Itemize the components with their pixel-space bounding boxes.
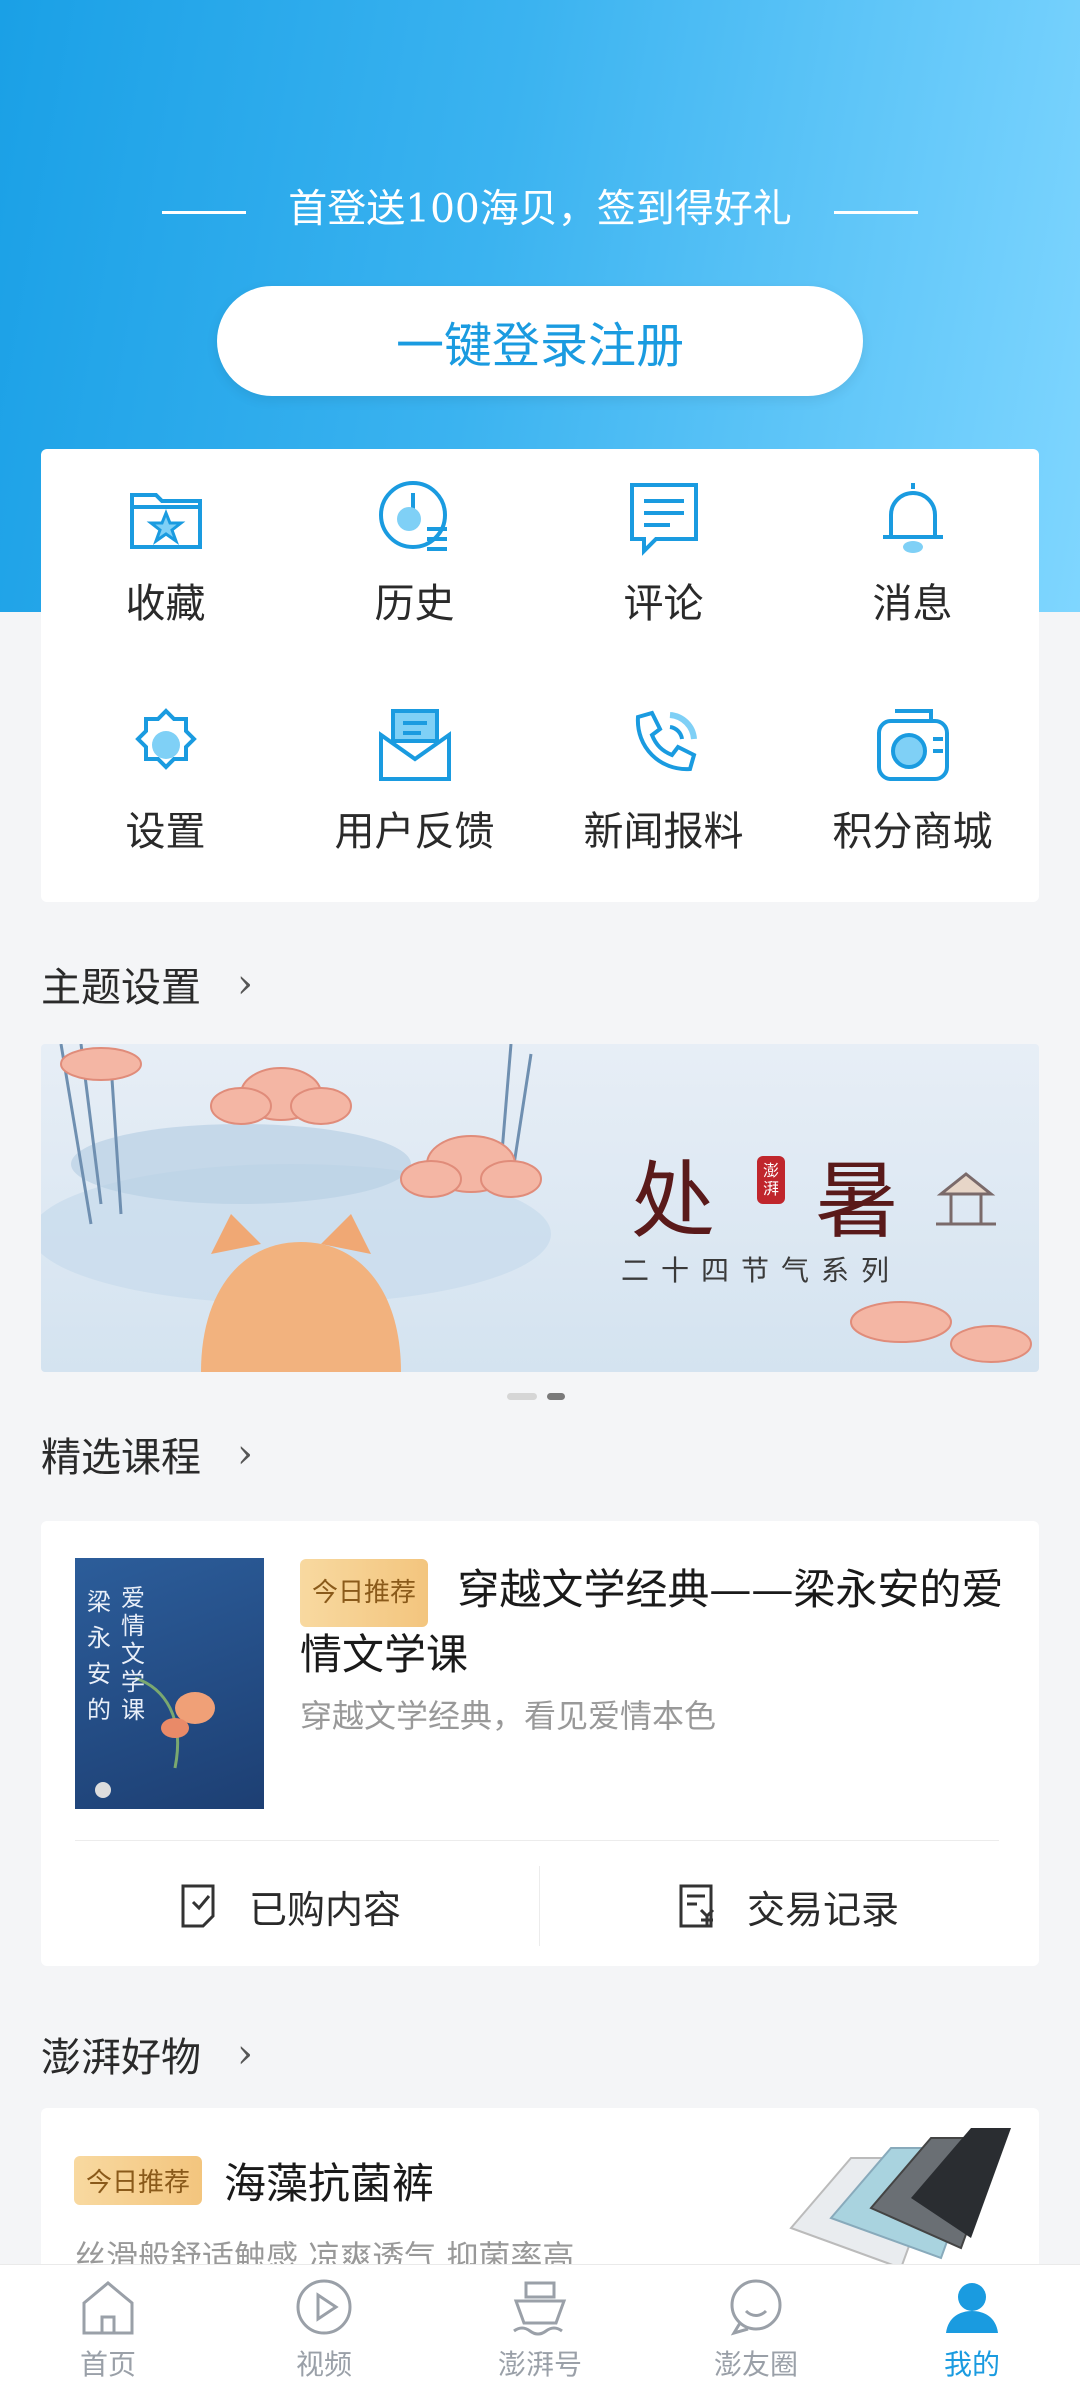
banner-seal: 澎湃 (757, 1156, 785, 1204)
grid-item-settings[interactable]: 设置 (41, 705, 290, 857)
goods-header[interactable]: 澎湃好物 › (41, 2025, 253, 2083)
tab-label: 首页 (79, 2348, 136, 2381)
transactions-label: 交易记录 (747, 1887, 900, 1932)
theme-banner[interactable]: 处 暑 澎湃 二十四节气系列 (41, 1044, 1039, 1372)
purchased-content-button[interactable]: 已购内容 (179, 1856, 401, 1956)
receipt-icon (679, 1884, 715, 1928)
grid-label: 历史 (374, 581, 455, 627)
video-play-icon (296, 2279, 352, 2335)
chevron-right-icon: › (237, 2031, 253, 2077)
tab-home[interactable]: 首页 (0, 2265, 216, 2400)
course-title: 今日推荐 穿越文学经典——梁永安的爱情文学课 (300, 1559, 1010, 1683)
phone-icon (635, 710, 697, 772)
grid-label: 用户反馈 (334, 809, 495, 855)
grid-item-history[interactable]: 历史 (290, 477, 539, 629)
feedback-envelope-icon (378, 709, 451, 781)
section-title: 精选课程 (41, 1435, 201, 1481)
tab-mine[interactable]: 我的 (864, 2265, 1080, 2400)
vertical-divider (539, 1866, 540, 1946)
chat-bubble-icon (730, 2279, 782, 2336)
grid-label: 新闻报料 (583, 809, 744, 855)
grid-item-points-store[interactable]: 积分商城 (788, 705, 1037, 857)
carousel-indicator (507, 1393, 565, 1400)
carousel-dot-active (547, 1393, 565, 1400)
grid-label: 设置 (125, 809, 206, 855)
one-click-login-button[interactable]: 一键登录注册 (217, 286, 863, 396)
product-image (789, 2128, 1011, 2270)
grid-item-feedback[interactable]: 用户反馈 (290, 705, 539, 857)
tab-label: 视频 (295, 2348, 352, 2381)
grid-label: 评论 (623, 581, 704, 627)
tab-label: 我的 (943, 2348, 1000, 2381)
chevron-right-icon: › (237, 961, 253, 1007)
promo-text: 首登送100海贝，签到得好礼 (288, 187, 792, 232)
purchased-bag-icon (181, 1884, 215, 1928)
grid-item-messages[interactable]: 消息 (788, 477, 1037, 629)
signup-promo: 首登送100海贝，签到得好礼 (0, 178, 1080, 234)
points-store-icon (876, 709, 949, 781)
product-title: 今日推荐 海藻抗菌裤 (74, 2150, 434, 2211)
divider (75, 1840, 999, 1841)
promo-left-line (162, 210, 247, 214)
gear-icon (134, 708, 197, 770)
course-subtitle: 穿越文学经典，看见爱情本色 (300, 1697, 717, 1735)
promo-right-line (833, 210, 918, 214)
grid-label: 消息 (872, 581, 953, 627)
section-title: 澎湃好物 (41, 2035, 201, 2081)
grid-item-favorites[interactable]: 收藏 (41, 477, 290, 629)
tab-pengpai-hao[interactable]: 澎湃号 (432, 2265, 648, 2400)
section-title: 主题设置 (41, 965, 201, 1011)
ship-icon (513, 2281, 567, 2336)
home-icon (82, 2281, 134, 2335)
courses-header[interactable]: 精选课程 › (41, 1425, 253, 1483)
chevron-right-icon: › (237, 1431, 253, 1477)
grid-label: 积分商城 (832, 809, 993, 855)
grid-item-comments[interactable]: 评论 (539, 477, 788, 629)
grid-label: 收藏 (125, 581, 206, 627)
cover-text-author: 梁永安的 (87, 1588, 111, 1724)
cover-text-title: 爱情文学课 (121, 1584, 145, 1724)
favorite-folder-icon (129, 493, 202, 549)
bottom-tab-bar: 首页 视频 澎湃号 澎友圈 我的 (0, 2264, 1080, 2400)
tab-pengyou-quan[interactable]: 澎友圈 (648, 2265, 864, 2400)
comment-icon (629, 483, 698, 556)
product-name: 海藻抗菌裤 (224, 2159, 435, 2208)
course-cover-image: 爱情文学课 梁永安的 (75, 1558, 264, 1809)
today-recommend-tag: 今日推荐 (74, 2156, 203, 2205)
purchased-label: 已购内容 (249, 1887, 402, 1932)
theme-settings-header[interactable]: 主题设置 › (41, 955, 253, 1013)
product-card[interactable]: 今日推荐 海藻抗菌裤 丝滑般舒适触感 凉爽透气 抑菌率高 (41, 2108, 1039, 2288)
function-grid: 收藏 历史 评论 消息 设置 用户反馈 新闻报料 积分商城 (41, 449, 1039, 902)
history-clock-icon (378, 481, 447, 551)
banner-sub-text: 二十四节气系列 (621, 1254, 902, 1287)
carousel-dot (507, 1393, 537, 1400)
tab-label: 澎湃号 (497, 2348, 582, 2381)
tab-label: 澎友圈 (713, 2348, 798, 2381)
user-profile-icon (946, 2283, 998, 2333)
today-recommend-tag: 今日推荐 (300, 1559, 429, 1627)
bell-icon (882, 483, 943, 553)
grid-item-news-tip[interactable]: 新闻报料 (539, 705, 788, 857)
transaction-records-button[interactable]: 交易记录 (677, 1856, 899, 1956)
tab-video[interactable]: 视频 (216, 2265, 432, 2400)
course-card[interactable]: 爱情文学课 梁永安的 今日推荐 穿越文学经典——梁永安的爱情文学课 穿越文学经典… (41, 1521, 1039, 1966)
